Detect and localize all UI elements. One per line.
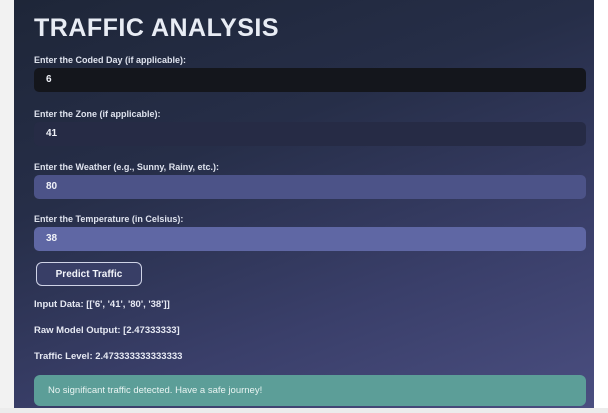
temperature-input[interactable]: 38 <box>34 227 586 251</box>
traffic-level-text: Traffic Level: 2.473333333333333 <box>34 351 183 362</box>
predict-traffic-button[interactable]: Predict Traffic <box>36 262 142 286</box>
weather-input[interactable]: 80 <box>34 175 586 199</box>
temperature-label: Enter the Temperature (in Celsius): <box>34 214 184 224</box>
page-title: TRAFFIC ANALYSIS <box>34 14 280 42</box>
coded-day-label: Enter the Coded Day (if applicable): <box>34 55 187 65</box>
zone-label: Enter the Zone (if applicable): <box>34 109 161 119</box>
input-data-text: Input Data: [['6', '41', '80', '38']] <box>34 299 170 310</box>
raw-model-output-text: Raw Model Output: [2.47333333] <box>34 325 180 336</box>
app-window: TRAFFIC ANALYSIS Enter the Coded Day (if… <box>14 0 594 408</box>
result-banner: No significant traffic detected. Have a … <box>34 375 586 406</box>
photo-border-left <box>0 0 14 413</box>
photo-border-right <box>594 0 608 413</box>
coded-day-input[interactable]: 6 <box>34 68 586 92</box>
weather-label: Enter the Weather (e.g., Sunny, Rainy, e… <box>34 162 220 172</box>
zone-input[interactable]: 41 <box>34 122 586 146</box>
photo-border-bottom <box>0 408 608 413</box>
